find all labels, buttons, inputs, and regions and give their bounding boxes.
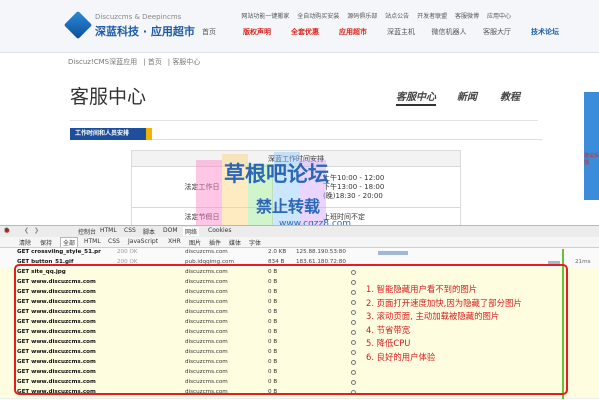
- breadcrumb-item: 客服中心: [172, 58, 201, 66]
- nav-item-app-market[interactable]: 应用超市: [329, 25, 377, 39]
- nav-item-hosting[interactable]: 深蓝主机: [377, 25, 425, 39]
- breadcrumb-item[interactable]: 首页: [148, 58, 162, 66]
- note-item: 5. 降低CPU: [366, 338, 411, 348]
- nav-item-home[interactable]: 首页: [185, 25, 233, 39]
- tab-news[interactable]: 新闻: [457, 88, 477, 103]
- request-size: 2.0 KB: [268, 249, 287, 255]
- tab-dom[interactable]: DOM: [163, 227, 178, 234]
- site-logo[interactable]: Discuzcms & Deepincms 深蓝科技 · 应用超市: [63, 10, 195, 41]
- tab-console[interactable]: 控制台: [78, 227, 96, 236]
- request-time: 21ms: [575, 259, 591, 265]
- top-link[interactable]: 全自动购买安装: [297, 13, 339, 20]
- back-arrow-icon[interactable]: ❮: [24, 227, 29, 234]
- filter-js[interactable]: JavaScript: [128, 238, 158, 245]
- request-url: GET crossvilng_style_51.pr: [17, 249, 101, 255]
- top-links: 网站功能一键搬家 全自动购买安装 源码俱乐部 站点公告 开发者联盟 客服微博 应…: [235, 11, 511, 20]
- top-link[interactable]: 开发者联盟: [417, 13, 447, 20]
- timing-bar: [378, 251, 408, 255]
- feedback-badge[interactable]: 建议反馈: [584, 152, 599, 166]
- breadcrumb: Discuz!CMS深蓝应用 | 首页 | 客服中心: [68, 58, 201, 66]
- tab-service[interactable]: 客服中心: [396, 88, 436, 106]
- firebug-bug-icon[interactable]: 🐞: [3, 227, 10, 234]
- filter-xhr[interactable]: XHR: [168, 238, 181, 245]
- tab-html[interactable]: HTML: [100, 227, 117, 234]
- top-link[interactable]: 应用中心: [487, 13, 511, 20]
- top-link[interactable]: 网站功能一键搬家: [241, 13, 289, 20]
- divider: [70, 120, 538, 121]
- top-link[interactable]: 客服微博: [455, 13, 479, 20]
- nav-item-forum[interactable]: 技术论坛: [521, 25, 569, 39]
- filter-media[interactable]: 媒体: [229, 238, 241, 247]
- logo-text-en: Discuzcms & Deepincms: [95, 13, 182, 21]
- logo-diamond-icon: [63, 10, 93, 40]
- watermark-block: [196, 160, 222, 232]
- note-item: 4. 节省带宽: [366, 324, 411, 335]
- filter-all[interactable]: 全部: [60, 237, 79, 247]
- tab-net[interactable]: 网络: [183, 227, 200, 236]
- tab-tutorial[interactable]: 教程: [500, 88, 520, 103]
- nav-item-wechat-bot[interactable]: 微信机器人: [425, 25, 473, 39]
- filter-plugins[interactable]: 插件: [209, 238, 221, 247]
- filter-clear[interactable]: 清除: [19, 238, 31, 247]
- page-title: 客服中心: [70, 86, 147, 108]
- note-item: 6. 良好的用户体验: [366, 351, 436, 362]
- filter-images[interactable]: 图片: [189, 238, 201, 247]
- nav-item-copyright[interactable]: 版权声明: [233, 25, 281, 39]
- note-item: 1. 智能隐藏用户看不到的图片: [366, 284, 478, 294]
- divider: [152, 139, 542, 140]
- watermark-title: 草根吧论坛: [224, 162, 329, 186]
- right-float-bar[interactable]: [584, 92, 599, 200]
- nav-item-discount[interactable]: 全套优惠: [281, 25, 329, 39]
- logo-text-cn: 深蓝科技 · 应用超市: [95, 25, 195, 38]
- filter-fonts[interactable]: 字体: [249, 238, 261, 247]
- watermark-subtitle: 禁止转载: [256, 197, 321, 216]
- filter-css[interactable]: CSS: [108, 238, 120, 245]
- forward-arrow-icon[interactable]: ❯: [34, 227, 39, 234]
- request-domain: discuzcms.com: [185, 249, 228, 255]
- note-item: 3. 滚动页面, 主动加载被隐藏的图片: [366, 311, 500, 321]
- tab-cookies[interactable]: Cookies: [208, 227, 232, 234]
- firebug-net-filter: 清除 保持 全部 HTML CSS JavaScript XHR 图片 插件 媒…: [0, 237, 599, 248]
- request-ip: 125.88.190.53:80: [296, 249, 346, 255]
- request-status: 200 OK: [117, 249, 138, 255]
- breadcrumb-item[interactable]: Discuz!CMS深蓝应用: [68, 58, 137, 66]
- tab-css[interactable]: CSS: [124, 227, 136, 234]
- tab-script[interactable]: 脚本: [143, 227, 155, 236]
- filter-persist[interactable]: 保持: [40, 238, 52, 247]
- section-label: 工作时间和人员安排: [70, 128, 146, 140]
- top-link[interactable]: 站点公告: [385, 13, 409, 20]
- note-item: 2. 页面打开速度加快,因为隐藏了部分图片: [366, 297, 522, 308]
- notes-list: 1. 智能隐藏用户看不到的图片 2. 页面打开速度加快,因为隐藏了部分图片 3.…: [366, 283, 522, 364]
- site-header: Discuzcms & Deepincms 深蓝科技 · 应用超市 网站功能一键…: [0, 0, 599, 53]
- top-link[interactable]: 源码俱乐部: [347, 13, 377, 20]
- filter-html[interactable]: HTML: [84, 238, 101, 245]
- nav-item-service-hall[interactable]: 客服大厅: [473, 25, 521, 39]
